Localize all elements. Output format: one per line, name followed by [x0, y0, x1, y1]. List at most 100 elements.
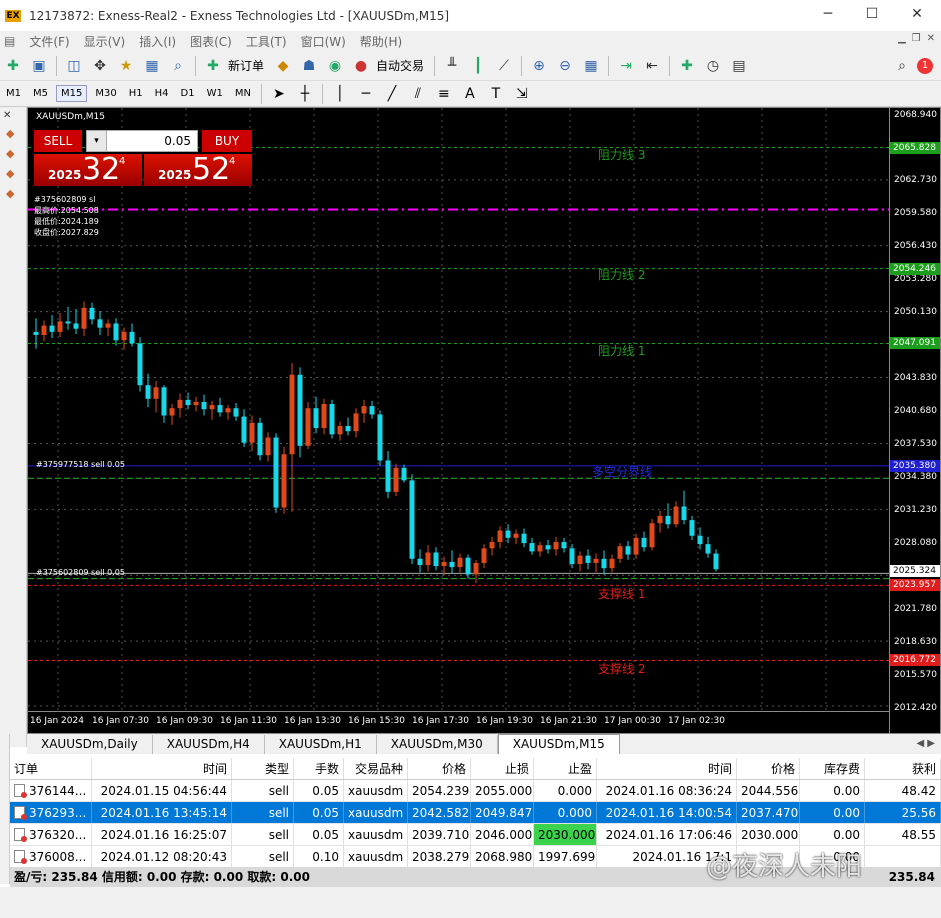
candle-chart-icon[interactable]: ┃: [467, 56, 489, 76]
navigator-close-icon[interactable]: ✕: [0, 107, 26, 124]
chart-shift-icon[interactable]: ⇤: [641, 56, 663, 76]
fibonacci-icon[interactable]: ≡: [433, 84, 455, 104]
col-swap[interactable]: 库存费: [800, 758, 865, 779]
table-row[interactable]: 376320... 2024.01.16 16:25:07 sell 0.05 …: [10, 824, 941, 846]
col-sl[interactable]: 止损: [471, 758, 534, 779]
timeframe-h4[interactable]: H4: [151, 86, 173, 101]
menu-item-window[interactable]: 窗口(W): [301, 33, 346, 50]
timeframe-h1[interactable]: H1: [125, 86, 147, 101]
timeframe-m30[interactable]: M30: [91, 86, 120, 101]
mdi-minimize-icon[interactable]: ▁: [898, 33, 906, 44]
terminal-icon[interactable]: ▦: [141, 56, 163, 76]
menu-item-view[interactable]: 显示(V): [84, 33, 126, 50]
sell-price[interactable]: 2025 32 4: [34, 152, 142, 187]
time-tick: 17 Jan 02:30: [668, 716, 725, 726]
col-tp[interactable]: 止盈: [534, 758, 597, 779]
bar-chart-icon[interactable]: ╨: [441, 56, 463, 76]
sell-button[interactable]: SELL: [34, 130, 82, 152]
buy-button[interactable]: BUY: [202, 130, 252, 152]
candle-body: [265, 437, 271, 456]
menu-item-help[interactable]: 帮助(H): [360, 33, 402, 50]
menu-item-file[interactable]: 文件(F): [29, 33, 69, 50]
tester-icon[interactable]: ⌕: [167, 56, 189, 76]
equidistant-channel-icon[interactable]: ⫽: [407, 84, 429, 104]
col-order[interactable]: 订单: [10, 758, 92, 779]
col-price[interactable]: 价格: [408, 758, 471, 779]
new-chart-icon[interactable]: ✚: [2, 56, 24, 76]
col-close-time[interactable]: 时间: [597, 758, 737, 779]
timeframe-w1[interactable]: W1: [203, 86, 227, 101]
new-order-icon[interactable]: ✚: [202, 56, 224, 76]
col-type[interactable]: 类型: [232, 758, 294, 779]
candle-body: [177, 399, 183, 409]
zoom-out-icon[interactable]: ⊖: [554, 56, 576, 76]
mdi-close-icon[interactable]: ✕: [927, 33, 935, 44]
navigator-item-icons[interactable]: ◆ ◆ ◆ ◆: [0, 124, 26, 204]
timeframe-mn[interactable]: MN: [231, 86, 255, 101]
auto-trading-icon[interactable]: ●: [350, 56, 372, 76]
tab-h1[interactable]: XAUUSDm,H1: [265, 735, 377, 754]
crosshair-nav-icon[interactable]: ✥: [89, 56, 111, 76]
mdi-restore-icon[interactable]: ❐: [912, 33, 921, 44]
auto-trading-button[interactable]: 自动交易: [376, 57, 424, 74]
vertical-line-icon[interactable]: │: [329, 84, 351, 104]
templates-icon[interactable]: ▤: [728, 56, 750, 76]
lot-size-input[interactable]: ▾ 0.05: [86, 130, 198, 152]
periods-icon[interactable]: ◷: [702, 56, 724, 76]
notification-icon[interactable]: 1: [917, 57, 933, 74]
arrows-icon[interactable]: ⇲: [511, 84, 533, 104]
menu-item-tools[interactable]: 工具(T): [246, 33, 287, 50]
timeframe-d1[interactable]: D1: [177, 86, 199, 101]
text-label-icon[interactable]: T: [485, 84, 507, 104]
menu-app-icon[interactable]: ▤: [4, 34, 15, 48]
timeframe-m5[interactable]: M5: [29, 86, 52, 101]
menu-item-charts[interactable]: 图表(C): [190, 33, 232, 50]
profiles-icon[interactable]: ▣: [28, 56, 50, 76]
crosshair-icon[interactable]: ┼: [294, 84, 316, 104]
new-order-button[interactable]: 新订单: [228, 57, 264, 74]
candle-body: [409, 480, 415, 559]
maximize-icon[interactable]: ☐: [862, 6, 882, 22]
price-tag: 2065.828: [890, 141, 940, 154]
watermark: @夜深人未阳: [706, 852, 863, 882]
timeframe-m1[interactable]: M1: [2, 86, 25, 101]
candle-body: [249, 422, 255, 443]
search-icon[interactable]: ⌕: [891, 56, 913, 76]
menu-item-insert[interactable]: 插入(I): [139, 33, 176, 50]
tab-m30[interactable]: XAUUSDm,M30: [377, 735, 498, 754]
indicators-icon[interactable]: ✚: [676, 56, 698, 76]
close-icon[interactable]: ✕: [907, 6, 927, 22]
trendline-icon[interactable]: ╱: [381, 84, 403, 104]
metaeditor-icon[interactable]: ◆: [272, 56, 294, 76]
market-icon[interactable]: ◉: [324, 56, 346, 76]
favorites-icon[interactable]: ★: [115, 56, 137, 76]
autoscroll-icon[interactable]: ⇥: [615, 56, 637, 76]
price-tick: 2068.940: [894, 110, 937, 120]
tab-scroll-arrows[interactable]: ◀ ▶: [916, 738, 935, 749]
line-chart-icon[interactable]: ⟋: [493, 56, 515, 76]
col-open-time[interactable]: 时间: [92, 758, 232, 779]
col-symbol[interactable]: 交易品种: [344, 758, 408, 779]
col-profit[interactable]: 获利: [865, 758, 941, 779]
table-row[interactable]: 376293... 2024.01.16 13:45:14 sell 0.05 …: [10, 802, 941, 824]
col-close-price[interactable]: 价格: [737, 758, 800, 779]
signals-icon[interactable]: ☗: [298, 56, 320, 76]
price-chart[interactable]: XAUUSDm,M15 SELL ▾ 0.05 BUY 2025 32 4 20…: [27, 107, 941, 734]
table-row[interactable]: 376144... 2024.01.15 04:56:44 sell 0.05 …: [10, 780, 941, 802]
text-icon[interactable]: A: [459, 84, 481, 104]
tab-h4[interactable]: XAUUSDm,H4: [153, 735, 265, 754]
candle-body: [713, 553, 719, 570]
tab-m15[interactable]: XAUUSDm,M15: [497, 734, 620, 754]
cursor-icon[interactable]: ➤: [268, 84, 290, 104]
tile-windows-icon[interactable]: ▦: [580, 56, 602, 76]
col-volume[interactable]: 手数: [294, 758, 344, 779]
zoom-in-icon[interactable]: ⊕: [528, 56, 550, 76]
horizontal-line-icon[interactable]: ─: [355, 84, 377, 104]
tab-daily[interactable]: XAUUSDm,Daily: [27, 735, 153, 754]
minimize-icon[interactable]: ─: [818, 6, 838, 22]
buy-price[interactable]: 2025 52 4: [144, 152, 252, 187]
order-line-label: #375977518 sell 0.05: [36, 460, 125, 469]
market-watch-icon[interactable]: ◫: [63, 56, 85, 76]
timeframe-m15[interactable]: M15: [56, 85, 88, 102]
lot-dropdown-icon[interactable]: ▾: [87, 131, 107, 151]
